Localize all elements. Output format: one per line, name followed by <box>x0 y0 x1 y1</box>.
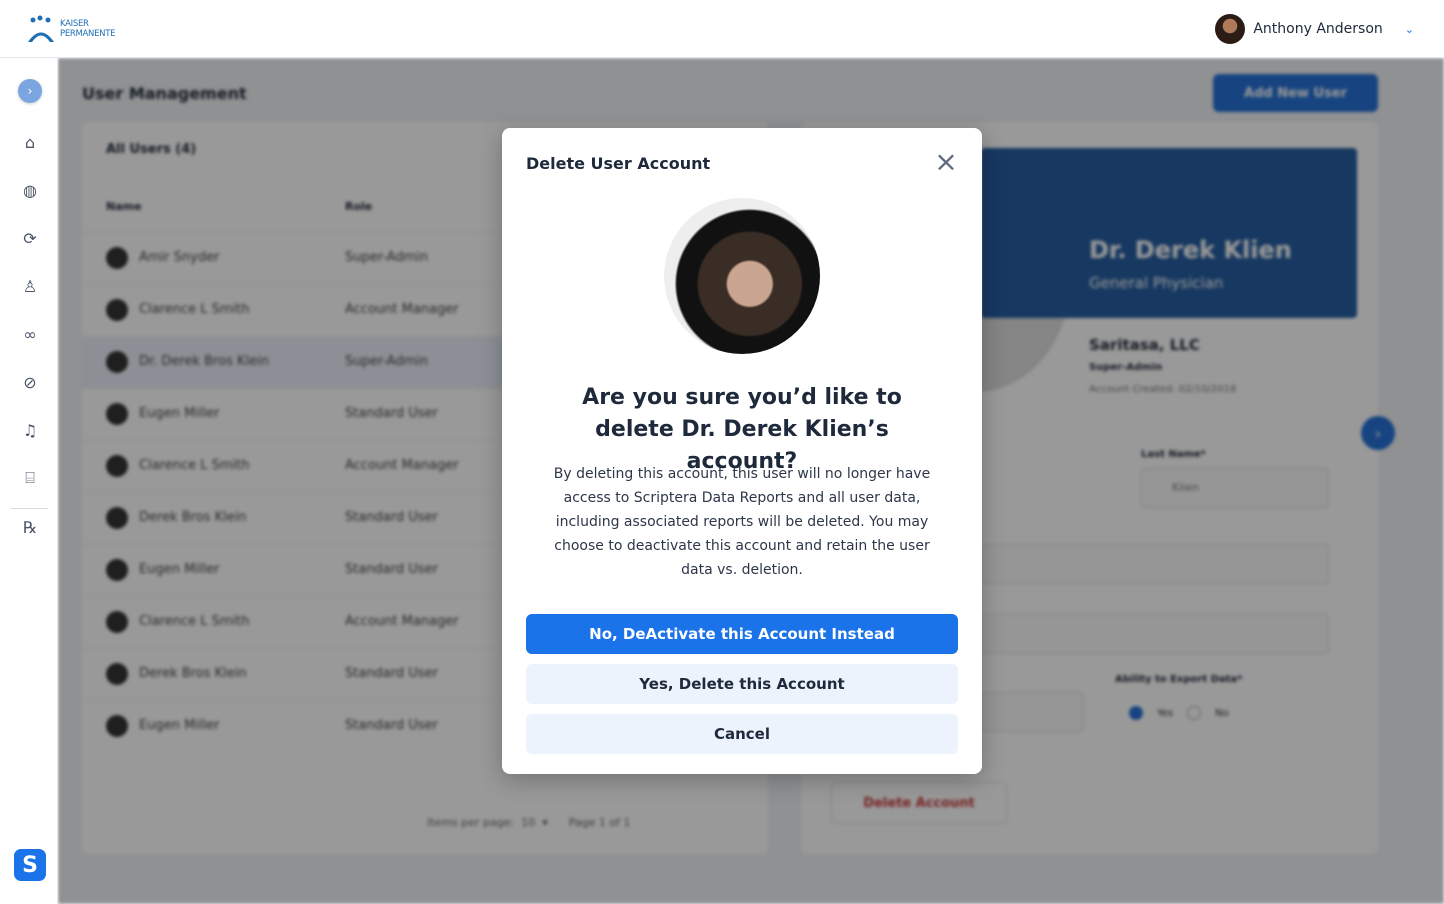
close-icon[interactable]: × <box>932 148 960 176</box>
add-new-user-button[interactable]: Add New User <box>1213 74 1378 112</box>
text-field[interactable] <box>981 614 1329 654</box>
scriptera-logo[interactable]: S <box>14 849 46 881</box>
user-name-cell: Derek Bros Klein <box>139 510 247 525</box>
radio-yes[interactable] <box>1129 706 1143 720</box>
kp-logo-icon <box>28 15 54 42</box>
role-cell: Standard User <box>345 718 438 733</box>
bell-alert-icon[interactable]: ♫ <box>17 417 43 443</box>
page-title: User Management <box>82 84 247 103</box>
yes-label: Yes <box>1157 707 1174 719</box>
avatar <box>106 299 128 321</box>
home-icon[interactable]: ⌂ <box>17 129 43 155</box>
avatar <box>106 455 128 477</box>
user-name-cell: Amir Snyder <box>139 250 220 265</box>
pills-icon[interactable]: ⊘ <box>17 369 43 395</box>
rx-icon[interactable]: ℞ <box>17 514 43 540</box>
role-cell: Super-Admin <box>345 250 429 265</box>
no-label: No <box>1215 707 1229 719</box>
logo-line1: KAISER <box>60 19 89 29</box>
text-field[interactable] <box>981 544 1329 584</box>
expand-sidebar-button[interactable]: › <box>18 79 42 103</box>
column-header-role[interactable]: Role <box>345 200 372 213</box>
sync-icon[interactable]: ⟳ <box>17 225 43 251</box>
pagination: Items per page: 10 ▾ Page 1 of 1 <box>427 816 631 829</box>
binoculars-icon[interactable]: ∞ <box>17 321 43 347</box>
user-role: Super-Admin <box>1089 362 1163 373</box>
user-name: Anthony Anderson <box>1253 21 1383 37</box>
user-name-cell: Clarence L Smith <box>139 458 250 473</box>
avatar <box>1215 14 1246 44</box>
select-field[interactable] <box>981 692 1084 732</box>
column-header-name[interactable]: Name <box>106 200 142 213</box>
avatar <box>106 247 128 269</box>
profile-name: Dr. Derek Klien <box>1089 236 1292 264</box>
next-arrow-button[interactable]: › <box>1361 416 1395 450</box>
role-cell: Standard User <box>345 562 438 577</box>
avatar <box>106 351 128 373</box>
confirm-delete-button[interactable]: Yes, Delete this Account <box>526 664 958 704</box>
role-cell: Account Manager <box>345 458 459 473</box>
user-name-cell: Clarence L Smith <box>139 614 250 629</box>
user-photo <box>664 198 820 354</box>
globe-icon[interactable]: ◍ <box>17 177 43 203</box>
role-cell: Standard User <box>345 510 438 525</box>
role-cell: Account Manager <box>345 302 459 317</box>
user-name-cell: Eugen Miller <box>139 406 220 421</box>
user-name-cell: Derek Bros Klein <box>139 666 247 681</box>
delete-account-button[interactable]: Delete Account <box>831 782 1007 824</box>
company-name: Saritasa, LLC <box>1089 336 1200 354</box>
doctor-icon[interactable]: ♙ <box>17 273 43 299</box>
avatar <box>106 611 128 633</box>
user-name-cell: Eugen Miller <box>139 718 220 733</box>
user-name-cell: Eugen Miller <box>139 562 220 577</box>
modal-title: Delete User Account <box>526 154 711 173</box>
profile-title: General Physician <box>1089 274 1224 292</box>
top-header: KAISER PERMANENTE Anthony Anderson ⌄ <box>0 0 1444 58</box>
role-cell: Account Manager <box>345 614 459 629</box>
delete-user-modal: Delete User Account × Are you sure you’d… <box>502 128 982 774</box>
profile-banner: Dr. Derek Klien General Physician <box>981 148 1357 318</box>
deactivate-button[interactable]: No, DeActivate this Account Instead <box>526 614 958 654</box>
chevron-down-icon: ⌄ <box>1404 22 1414 36</box>
cancel-button[interactable]: Cancel <box>526 714 958 754</box>
table-title: All Users (4) <box>106 142 197 157</box>
avatar <box>106 663 128 685</box>
sidebar-divider <box>10 508 48 509</box>
avatar <box>106 559 128 581</box>
user-menu[interactable]: Anthony Anderson ⌄ <box>1215 14 1414 44</box>
export-label: Ability to Export Data* <box>1115 674 1243 685</box>
logo-line2: PERMANENTE <box>60 29 116 39</box>
last-name-field[interactable]: Klien <box>1141 468 1329 508</box>
account-created: Account Created: 02/10/2018 <box>1089 384 1237 395</box>
role-cell: Standard User <box>345 666 438 681</box>
confirm-body: By deleting this account, this user will… <box>553 466 931 578</box>
kaiser-permanente-logo[interactable]: KAISER PERMANENTE <box>26 15 116 43</box>
role-cell: Standard User <box>345 406 438 421</box>
user-name-cell: Dr. Derek Bros Klein <box>139 354 269 369</box>
bank-icon[interactable]: ⌸ <box>17 465 43 491</box>
last-name-label: Last Name* <box>1141 449 1206 460</box>
avatar <box>106 403 128 425</box>
avatar <box>106 507 128 529</box>
role-cell: Super-Admin <box>345 354 429 369</box>
avatar <box>106 715 128 737</box>
sidebar: › ⌂ ◍ ⟳ ♙ ∞ ⊘ ♫ ⌸ ℞ S <box>0 58 58 904</box>
user-name-cell: Clarence L Smith <box>139 302 250 317</box>
radio-no[interactable] <box>1187 706 1202 720</box>
